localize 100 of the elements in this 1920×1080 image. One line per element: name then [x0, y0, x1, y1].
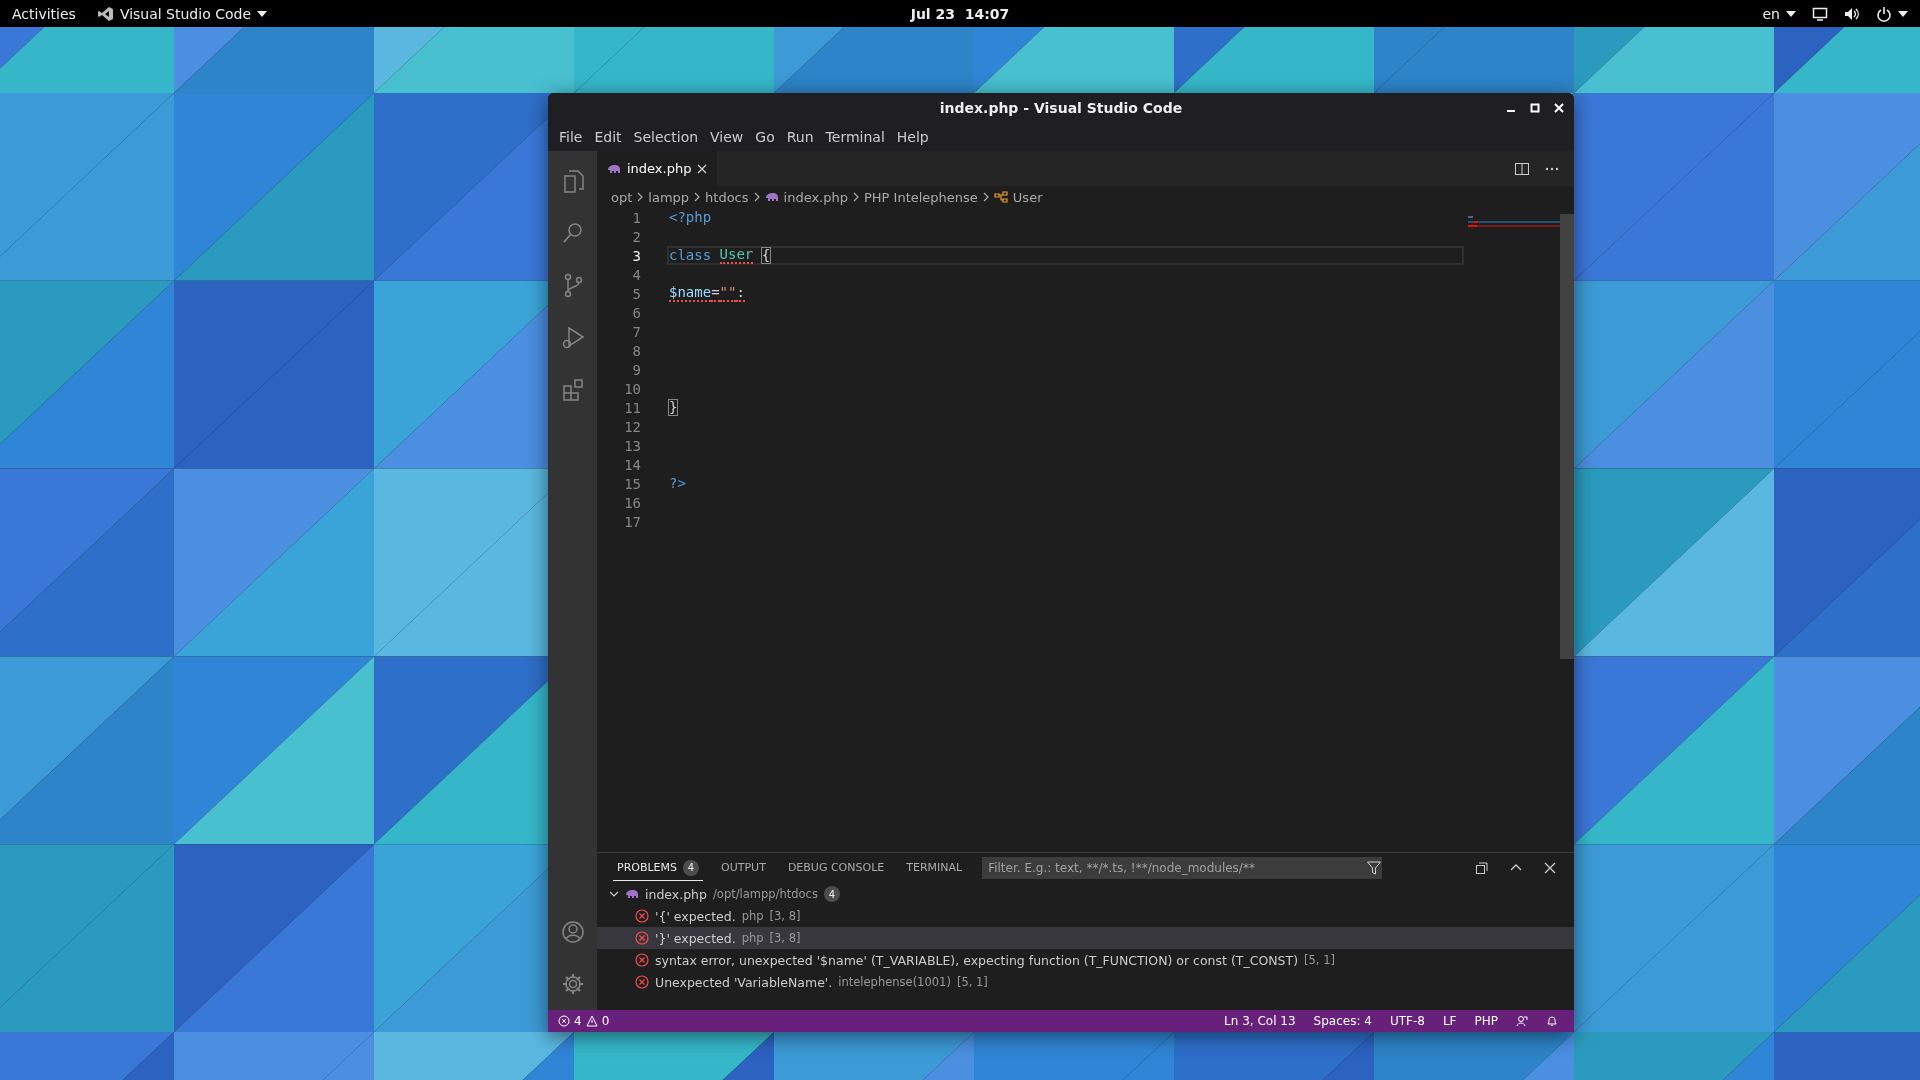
chevron-icon	[636, 192, 645, 202]
code-token: :	[736, 285, 745, 302]
problem-file-row[interactable]: index.php /opt/lampp/htdocs 4	[597, 883, 1574, 905]
breadcrumb[interactable]: index.php	[764, 189, 848, 205]
editor-tab[interactable]: index.php	[597, 151, 718, 186]
caret-icon[interactable]	[1898, 10, 1908, 17]
close-icon[interactable]	[697, 163, 708, 174]
code-token: ""	[719, 285, 737, 302]
panel-tab[interactable]: DEBUG CONSOLE	[783, 857, 889, 879]
panel-tab[interactable]: PROBLEMS 4	[613, 855, 704, 881]
breadcrumb[interactable]: lampp	[648, 189, 690, 205]
status-item[interactable]: LF	[1442, 1014, 1457, 1028]
clock[interactable]: Jul 23 14:07	[910, 5, 1010, 22]
window-title: index.php - Visual Studio Code	[939, 100, 1183, 116]
code-token: =	[711, 285, 720, 302]
breadcrumb[interactable]: PHP Intelephense	[864, 189, 978, 205]
app-menu[interactable]: Visual Studio Code	[119, 5, 251, 22]
menu-item[interactable]: Edit	[588, 129, 628, 145]
warning-icon[interactable]	[585, 1015, 598, 1027]
power-icon[interactable]	[1876, 5, 1892, 22]
breadcrumb[interactable]: htdocs	[705, 189, 749, 205]
line-number: 4	[631, 266, 641, 283]
elephant-icon	[607, 163, 621, 174]
error-icon	[635, 975, 649, 989]
line-number: 10	[623, 380, 641, 397]
problem-message: '{' expected.	[655, 908, 736, 924]
code-token: <?php	[669, 210, 712, 225]
elephant-icon	[625, 889, 639, 899]
code-token: }	[669, 400, 678, 415]
split-editor-icon[interactable]	[1514, 160, 1530, 177]
problem-message: syntax error, unexpected '$name' (T_VARIABLE), expecting function (T_FUNCTION) or const (T_CONST)	[655, 952, 1299, 968]
status-item[interactable]: Spaces: 4	[1313, 1014, 1372, 1028]
activities-button[interactable]: Activities	[12, 5, 76, 22]
line-number: 7	[631, 323, 641, 340]
line-number: 12	[623, 418, 641, 435]
menu-item[interactable]: Selection	[627, 129, 705, 145]
chevron-icon	[752, 192, 761, 202]
problem-position: [5, 1]	[1304, 953, 1335, 967]
problem-message: '}' expected.	[655, 930, 736, 946]
elephant-icon	[764, 192, 779, 202]
filter-field[interactable]: Filter. E.g.: text, **/*.ts, !**/node_modules/**	[982, 857, 1383, 879]
class-icon	[993, 191, 1008, 203]
keyboard-layout-menu[interactable]: en	[1762, 5, 1780, 22]
count-badge: 4	[683, 859, 700, 876]
line-number: 14	[623, 456, 641, 473]
panel-tab[interactable]: TERMINAL	[902, 857, 967, 879]
breadcrumb[interactable]: User	[993, 189, 1043, 205]
status-item[interactable]: PHP	[1474, 1014, 1498, 1028]
line-number: 2	[631, 228, 641, 245]
chevron-icon	[693, 192, 702, 202]
menu-item[interactable]: View	[704, 129, 750, 145]
code-token: {	[761, 248, 771, 263]
line-number: 11	[623, 399, 641, 416]
collapse-all-icon[interactable]	[1474, 860, 1490, 876]
code-token: class	[669, 248, 712, 263]
status-item[interactable]: UTF-8	[1389, 1014, 1425, 1028]
warning-count[interactable]: 0	[601, 1014, 610, 1028]
code-token: ?>	[669, 476, 686, 491]
error-count[interactable]: 4	[574, 1014, 582, 1028]
problem-source: intelephense(1001)	[838, 975, 951, 989]
problem-row[interactable]: Unexpected 'VariableName'. intelephense(1001) [5, 1]	[597, 971, 1574, 993]
chevron-icon	[852, 192, 860, 202]
menu-item[interactable]: Terminal	[819, 129, 891, 145]
bell-icon[interactable]	[1546, 1015, 1558, 1027]
feedback-icon[interactable]	[1516, 1015, 1528, 1027]
line-number: 3	[631, 247, 641, 264]
breadcrumb[interactable]: opt	[611, 189, 633, 205]
screen-icon[interactable]	[1812, 5, 1828, 22]
menu-item[interactable]: Run	[780, 129, 820, 145]
close-icon[interactable]	[1542, 860, 1558, 876]
panel-tab[interactable]: OUTPUT	[717, 857, 770, 879]
scrollbar[interactable]	[1560, 214, 1574, 659]
line-number: 17	[623, 513, 641, 530]
file-path: /opt/lampp/htdocs	[712, 887, 818, 901]
line-number: 6	[631, 304, 641, 321]
caret-icon[interactable]	[257, 10, 267, 17]
menu-item[interactable]: File	[553, 129, 589, 145]
problem-position: [3, 8]	[769, 931, 801, 945]
error-icon	[635, 909, 649, 923]
line-number: 8	[631, 342, 641, 359]
line-number: 15	[623, 475, 641, 492]
line-number: 16	[623, 494, 641, 511]
line-number: 9	[631, 361, 641, 378]
error-icon	[635, 931, 649, 945]
problem-row[interactable]: '{' expected. php [3, 8]	[597, 905, 1574, 927]
line-number: 1	[631, 209, 641, 226]
caret-icon[interactable]	[1786, 10, 1796, 17]
problem-row[interactable]: syntax error, unexpected '$name' (T_VARIABLE), expecting function (T_FUNCTION) or const (T_CONST) [5, 1]	[597, 949, 1574, 971]
menu-item[interactable]: Go	[749, 129, 781, 145]
maximize-icon[interactable]	[1530, 103, 1540, 113]
problem-source: php	[741, 931, 764, 945]
error-icon	[635, 953, 649, 967]
code-icon[interactable]	[97, 5, 114, 22]
problem-message: Unexpected 'VariableName'.	[655, 974, 833, 990]
status-item[interactable]: Ln 3, Col 13	[1224, 1014, 1296, 1028]
count-badge: 4	[823, 886, 840, 902]
problem-row[interactable]: '}' expected. php [3, 8]	[597, 927, 1574, 949]
error-icon[interactable]	[558, 1015, 570, 1027]
menu-item[interactable]: Help	[890, 129, 935, 145]
problem-source: php	[741, 909, 764, 923]
